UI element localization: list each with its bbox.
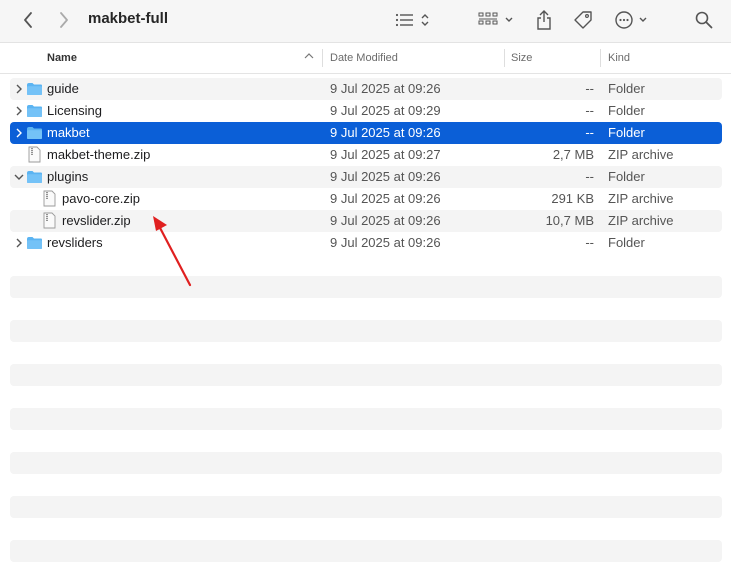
tag-icon[interactable] [572, 9, 594, 31]
file-row-pavo-core-zip[interactable]: pavo-core.zip 9 Jul 2025 at 09:26 291 KB… [10, 188, 722, 210]
zip-file-icon [28, 146, 41, 163]
zip-file-icon [43, 212, 56, 229]
grid-group-icon[interactable] [478, 9, 516, 31]
column-kind[interactable]: Kind [608, 52, 630, 64]
file-row-guide[interactable]: guide 9 Jul 2025 at 09:26 -- Folder [10, 78, 722, 100]
file-size: -- [585, 103, 594, 118]
file-date: 9 Jul 2025 at 09:27 [330, 147, 441, 162]
empty-row [10, 298, 722, 320]
empty-row [10, 540, 722, 562]
file-size: 10,7 MB [545, 213, 594, 228]
file-list: guide 9 Jul 2025 at 09:26 -- Folder Lice… [10, 78, 722, 562]
file-date: 9 Jul 2025 at 09:26 [330, 125, 441, 140]
folder-icon [27, 127, 42, 139]
empty-row [10, 518, 722, 540]
file-name: Licensing [47, 103, 102, 118]
empty-row [10, 276, 722, 298]
column-divider[interactable] [600, 49, 601, 67]
file-row-plugins[interactable]: plugins 9 Jul 2025 at 09:26 -- Folder [10, 166, 722, 188]
file-kind: ZIP archive [608, 191, 674, 206]
file-name: plugins [47, 169, 89, 184]
file-kind: Folder [608, 169, 645, 184]
file-date: 9 Jul 2025 at 09:26 [330, 235, 441, 250]
file-row-makbet-theme-zip[interactable]: makbet-theme.zip 9 Jul 2025 at 09:27 2,7… [10, 144, 722, 166]
empty-row [10, 496, 722, 518]
file-row-revslider-zip[interactable]: revslider.zip 9 Jul 2025 at 09:26 10,7 M… [10, 210, 722, 232]
window-title: makbet-full [88, 10, 169, 27]
disclosure-right-icon[interactable] [14, 84, 24, 94]
column-header: Name Date Modified Size Kind [0, 43, 731, 74]
empty-row [10, 320, 722, 342]
toolbar: makbet-full [0, 0, 731, 43]
file-name: makbet [47, 125, 90, 140]
file-size: -- [585, 125, 594, 140]
file-name: makbet-theme.zip [47, 147, 151, 162]
column-divider[interactable] [504, 49, 505, 67]
column-name[interactable]: Name [47, 52, 77, 64]
empty-row [10, 364, 722, 386]
folder-icon [27, 171, 42, 183]
annotation-arrow-icon [153, 216, 192, 287]
file-size: 291 KB [551, 191, 594, 206]
list-view-icon[interactable] [395, 9, 433, 31]
empty-row [10, 342, 722, 364]
column-divider[interactable] [322, 49, 323, 67]
chevron-left-icon[interactable] [18, 9, 38, 31]
disclosure-right-icon[interactable] [14, 238, 24, 248]
empty-row [10, 474, 722, 496]
file-size: -- [585, 81, 594, 96]
search-icon[interactable] [694, 9, 714, 31]
file-name: revslider.zip [62, 213, 131, 228]
disclosure-right-icon[interactable] [14, 106, 24, 116]
empty-row [10, 452, 722, 474]
file-kind: ZIP archive [608, 213, 674, 228]
file-row-makbet[interactable]: makbet 9 Jul 2025 at 09:26 -- Folder [10, 122, 722, 144]
file-kind: Folder [608, 103, 645, 118]
file-name: pavo-core.zip [62, 191, 141, 206]
folder-icon [27, 237, 42, 249]
empty-row [10, 408, 722, 430]
folder-icon [27, 83, 42, 95]
column-date[interactable]: Date Modified [330, 52, 398, 64]
file-size: -- [585, 169, 594, 184]
file-kind: Folder [608, 125, 645, 140]
file-kind: Folder [608, 81, 645, 96]
file-name: guide [47, 81, 79, 96]
folder-icon [27, 105, 42, 117]
file-date: 9 Jul 2025 at 09:26 [330, 81, 441, 96]
share-icon[interactable] [534, 9, 554, 31]
file-name: revsliders [47, 235, 103, 250]
file-date: 9 Jul 2025 at 09:26 [330, 169, 441, 184]
file-row-revsliders[interactable]: revsliders 9 Jul 2025 at 09:26 -- Folder [10, 232, 722, 254]
empty-row [10, 430, 722, 452]
empty-row [10, 254, 722, 276]
file-size: 2,7 MB [552, 147, 594, 162]
sort-ascending-icon [304, 53, 314, 59]
disclosure-right-icon[interactable] [14, 128, 24, 138]
file-kind: ZIP archive [608, 147, 674, 162]
file-row-licensing[interactable]: Licensing 9 Jul 2025 at 09:29 -- Folder [10, 100, 722, 122]
file-date: 9 Jul 2025 at 09:26 [330, 213, 441, 228]
disclosure-down-icon[interactable] [14, 172, 24, 182]
ellipsis-circle-icon[interactable] [614, 9, 652, 31]
column-size[interactable]: Size [511, 52, 532, 64]
empty-row [10, 386, 722, 408]
zip-file-icon [43, 190, 56, 207]
file-date: 9 Jul 2025 at 09:29 [330, 103, 441, 118]
file-kind: Folder [608, 235, 645, 250]
file-date: 9 Jul 2025 at 09:26 [330, 191, 441, 206]
chevron-right-icon[interactable] [54, 9, 74, 31]
file-size: -- [585, 235, 594, 250]
